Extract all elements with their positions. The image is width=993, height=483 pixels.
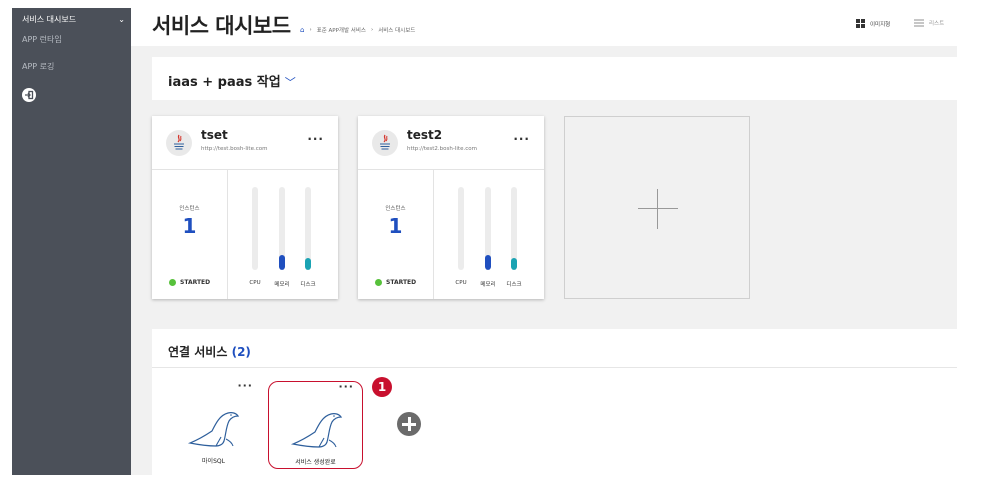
sidebar-item-app-runtime[interactable]: APP 런타임 bbox=[12, 33, 131, 47]
service-label: 서비스 생성완료 bbox=[295, 459, 336, 466]
breadcrumb-separator: › bbox=[370, 27, 374, 33]
memory-bar bbox=[485, 187, 491, 270]
app-url[interactable]: http://test.bosh-lite.com bbox=[201, 146, 267, 152]
sidebar-header-label: 서비스 대시보드 bbox=[22, 14, 77, 24]
disk-bar bbox=[511, 187, 517, 270]
disk-bar-fill bbox=[305, 258, 311, 270]
disk-label: 디스크 bbox=[506, 282, 522, 288]
page-title: 서비스 대시보드 bbox=[152, 14, 291, 38]
app-name[interactable]: tset bbox=[201, 128, 228, 142]
view-list-button[interactable]: 리스트 bbox=[914, 19, 944, 27]
breadcrumb: ⌂ › 표준 APP개발 서비스 › 서비스 대시보드 bbox=[300, 26, 415, 34]
more-icon[interactable]: ··· bbox=[338, 380, 354, 393]
services-count: (2) bbox=[231, 345, 251, 359]
instances-count: 1 bbox=[388, 214, 403, 238]
status-label: STARTED bbox=[180, 279, 211, 286]
sidebar-header[interactable]: 서비스 대시보드 ⌄ bbox=[12, 8, 131, 30]
cpu-label: CPU bbox=[455, 280, 467, 286]
app-card[interactable]: tset http://test.bosh-lite.com ··· 인스턴스 … bbox=[152, 116, 338, 299]
view-list-label: 리스트 bbox=[929, 21, 945, 27]
disk-bar bbox=[305, 187, 311, 270]
services-section: 연결 서비스 (2) ··· 마이SQL ··· 서비스 생성완료 1 bbox=[152, 329, 957, 475]
disk-label: 디스크 bbox=[300, 282, 316, 288]
logout-icon[interactable] bbox=[22, 88, 36, 102]
chevron-down-icon: ⌄ bbox=[118, 14, 125, 24]
status-badge: STARTED bbox=[375, 279, 416, 286]
service-label: 마이SQL bbox=[202, 458, 225, 465]
cpu-label: CPU bbox=[249, 280, 261, 286]
app-card[interactable]: test2 http://test2.bosh-lite.com ··· 인스턴… bbox=[358, 116, 544, 299]
sidebar-item-app-logging[interactable]: APP 로깅 bbox=[12, 60, 131, 74]
instances-count: 1 bbox=[182, 214, 197, 238]
disk-bar-fill bbox=[511, 258, 517, 270]
memory-bar bbox=[279, 187, 285, 270]
step-badge: 1 bbox=[372, 377, 392, 397]
breadcrumb-item[interactable]: 표준 APP개발 서비스 bbox=[317, 26, 366, 34]
grid-icon bbox=[856, 19, 865, 28]
more-icon[interactable]: ··· bbox=[307, 132, 324, 146]
app-url[interactable]: http://test2.bosh-lite.com bbox=[407, 146, 477, 152]
status-label: STARTED bbox=[386, 279, 417, 286]
status-dot-icon bbox=[375, 279, 382, 286]
memory-bar-fill bbox=[279, 255, 285, 270]
add-app-button[interactable] bbox=[564, 116, 750, 299]
breadcrumb-separator: › bbox=[309, 27, 312, 33]
space-header: iaas + paas 작업 ﹀ bbox=[152, 57, 957, 100]
space-title[interactable]: iaas + paas 작업 ﹀ bbox=[168, 71, 296, 90]
instances-label: 인스턴스 bbox=[385, 206, 406, 212]
main-panel: iaas + paas 작업 ﹀ tset http://test.bosh-li… bbox=[131, 46, 957, 475]
cpu-bar bbox=[252, 187, 258, 270]
services-title: 연결 서비스 (2) bbox=[168, 343, 251, 360]
java-icon bbox=[166, 130, 192, 156]
memory-bar-fill bbox=[485, 255, 491, 270]
mysql-seal-icon bbox=[290, 413, 343, 448]
space-title-label: iaas + paas 작업 bbox=[168, 75, 281, 90]
add-service-button[interactable] bbox=[397, 412, 421, 436]
divider bbox=[227, 170, 228, 299]
divider bbox=[433, 170, 434, 299]
services-title-label: 연결 서비스 bbox=[168, 345, 228, 359]
mysql-seal-icon bbox=[187, 412, 240, 447]
instances-label: 인스턴스 bbox=[179, 206, 200, 212]
add-icon bbox=[657, 189, 658, 229]
more-icon[interactable]: ··· bbox=[237, 379, 253, 392]
status-badge: STARTED bbox=[169, 279, 210, 286]
breadcrumb-item: 서비스 대시보드 bbox=[378, 28, 416, 34]
chevron-down-icon: ﹀ bbox=[284, 76, 296, 89]
service-item[interactable]: ··· 마이SQL bbox=[166, 379, 261, 469]
divider bbox=[152, 367, 957, 368]
more-icon[interactable]: ··· bbox=[513, 132, 530, 146]
view-image-label: 이미지형 bbox=[870, 21, 891, 28]
java-icon bbox=[372, 130, 398, 156]
view-image-button[interactable]: 이미지형 bbox=[856, 19, 890, 28]
home-icon[interactable]: ⌂ bbox=[300, 26, 304, 34]
cpu-bar bbox=[458, 187, 464, 270]
sidebar: 서비스 대시보드 ⌄ APP 런타임 APP 로깅 bbox=[12, 8, 131, 475]
service-item-highlighted[interactable]: ··· 서비스 생성완료 bbox=[268, 380, 363, 469]
add-icon bbox=[638, 208, 678, 209]
app-name[interactable]: test2 bbox=[407, 128, 442, 142]
list-icon bbox=[914, 19, 924, 27]
status-dot-icon bbox=[169, 279, 176, 286]
